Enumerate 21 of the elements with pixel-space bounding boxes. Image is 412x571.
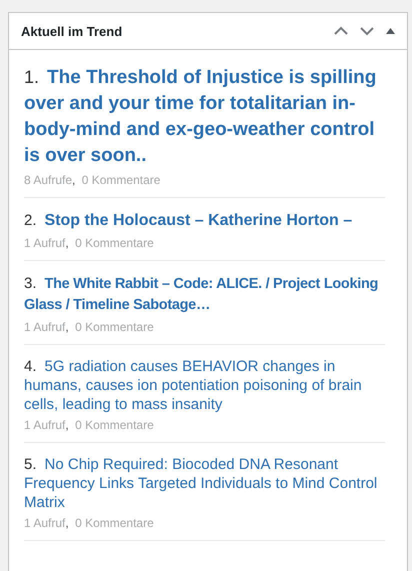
view-count: 1 Aufruf [24, 418, 66, 432]
widget-title: Aktuell im Trend [21, 24, 122, 38]
post-link[interactable]: 5. No Chip Required: Biocoded DNA Resonant Frequency Links Targeted Individuals to Mind Control Matrix [24, 455, 385, 512]
comment-count: 0 Kommentare [75, 516, 154, 530]
post-link[interactable]: 3. The White Rabbit – Code: ALICE. / Project Looking Glass / Timeline Sabotage… [24, 273, 385, 316]
post-link[interactable]: 2. Stop the Holocaust – Katherine Horton – [24, 210, 385, 232]
comma-separator: , [65, 236, 69, 250]
comment-count: 0 Kommentare [75, 236, 154, 250]
view-count: 1 Aufruf [24, 320, 66, 334]
comment-count: 0 Kommentare [75, 320, 154, 334]
post-link[interactable]: 4. 5G radiation causes BEHAVIOR changes in humans, causes ion potentiation poisoning of brain cells, leading to mass insanity [24, 357, 385, 414]
comma-separator: , [65, 320, 69, 334]
comma-separator: , [65, 418, 69, 432]
comma-separator: , [65, 516, 69, 530]
view-count: 8 Aufrufe [24, 173, 72, 187]
view-count: 1 Aufruf [24, 516, 66, 530]
comment-count: 0 Kommentare [75, 418, 154, 432]
post-link[interactable]: 1. The Threshold of Injustice is spilling over and your time for totalitarian in-body-mind and ex-geo-weather control is over soon.. [24, 64, 385, 169]
comment-count: 0 Kommentare [82, 173, 160, 187]
view-count: 1 Aufruf [24, 236, 66, 250]
comma-separator: , [72, 173, 76, 187]
